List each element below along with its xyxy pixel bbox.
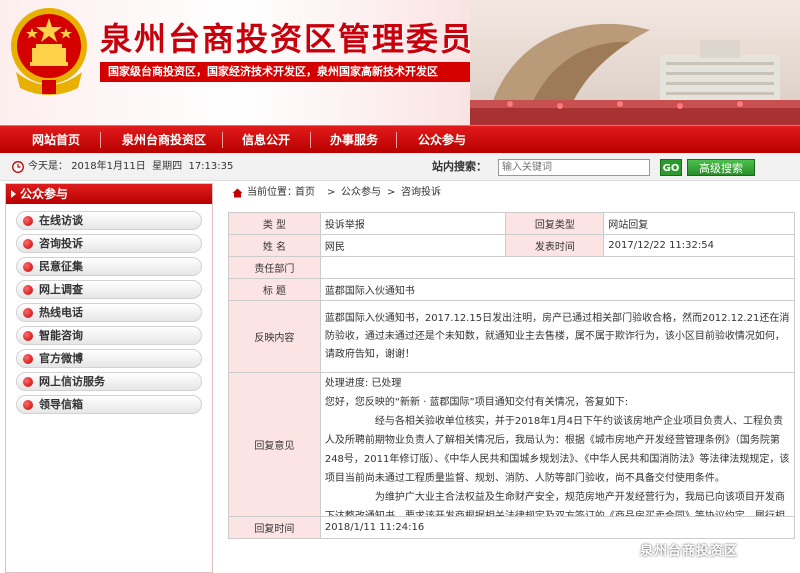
sidebar-item-opinion[interactable]: 民意征集: [16, 257, 202, 276]
reply-greeting: 您好，您反映的“新新 · 蓝郡国际”项目通知交付有关情况，答复如下:: [324, 396, 629, 408]
bullet-icon: [23, 354, 33, 364]
table-row: 反映内容 蓝郡国际入伙通知书，2017.12.15日发出注明，房产已通过相关部门…: [228, 300, 796, 373]
search-label: 站内搜索：: [432, 160, 487, 173]
bullet-icon: [23, 400, 33, 410]
watermark-text: 泉州台商投资区: [640, 544, 739, 559]
nav-separator: [100, 132, 101, 148]
sidebar-item-complaints[interactable]: 咨询投诉: [16, 234, 202, 253]
table-row: 责任部门: [228, 256, 796, 279]
breadcrumb-item-participation[interactable]: 公众参与: [341, 183, 381, 203]
sidebar: 公众参与 在线访谈 咨询投诉 民意征集 网上调查 热线电话 智能咨询 官方微博 …: [5, 183, 213, 573]
dept-label: 责任部门: [228, 256, 321, 279]
bullet-icon: [23, 308, 33, 318]
sidebar-item-hotline[interactable]: 热线电话: [16, 303, 202, 322]
site-title: 泉州台商投资区管理委员会: [100, 20, 509, 58]
main-nav: 网站首页 泉州台商投资区 信息公开 办事服务 公众参与: [0, 125, 800, 153]
nav-item-services[interactable]: 办事服务: [330, 126, 378, 154]
publish-time-value: 2017/12/22 11:32:54: [603, 234, 795, 257]
clock-icon: [12, 161, 24, 173]
sidebar-item-survey[interactable]: 网上调查: [16, 280, 202, 299]
table-row: 回复意见 处理进度: 已处理 您好，您反映的“新新 · 蓝郡国际”项目通知交付有…: [228, 372, 796, 517]
sidebar-item-online-interview[interactable]: 在线访谈: [16, 211, 202, 230]
sidebar-title: 公众参与: [6, 184, 212, 204]
breadcrumb-prefix: 当前位置：: [247, 187, 297, 198]
sidebar-item-smart-consult[interactable]: 智能咨询: [16, 326, 202, 345]
sidebar-item-weibo[interactable]: 官方微博: [16, 349, 202, 368]
table-row: 回复时间 2018/1/11 11:24:16: [228, 516, 796, 539]
reply-type-value: 网站回复: [603, 212, 795, 235]
national-emblem-icon: [11, 8, 87, 95]
home-icon: [232, 188, 243, 198]
reply-time-value: 2018/1/11 11:24:16: [319, 516, 796, 539]
bullet-icon: [23, 216, 33, 226]
content-value: 蓝郡国际入伙通知书，2017.12.15日发出注明，房产已通过相关部门验收合格，…: [319, 300, 796, 373]
bullet-icon: [23, 262, 33, 272]
name-value: 网民: [319, 234, 507, 257]
breadcrumb-separator: >: [387, 187, 396, 198]
advanced-search-button[interactable]: 高级搜索: [687, 159, 755, 176]
breadcrumb-item-home[interactable]: 首页: [295, 183, 315, 203]
bullet-icon: [23, 239, 33, 249]
nav-item-home[interactable]: 网站首页: [32, 126, 80, 154]
sidebar-item-leader-mailbox[interactable]: 领导信箱: [16, 395, 202, 414]
table-row: 类 型 投诉举报 回复类型 网站回复: [228, 212, 795, 235]
breadcrumb-item-complaints: 咨询投诉: [401, 187, 441, 198]
name-label: 姓 名: [228, 234, 321, 257]
complaint-detail-table: 类 型 投诉举报 回复类型 网站回复 姓 名 网民 发表时间 2017/12/2…: [228, 212, 796, 539]
bullet-icon: [23, 331, 33, 341]
nav-separator: [396, 132, 397, 148]
reply-type-label: 回复类型: [505, 212, 605, 235]
info-bar: 今天是： 2018年1月11日 星期四 17:13:35 站内搜索： GO 高级…: [0, 153, 800, 181]
breadcrumb: 当前位置： 首页 > 公众参与 > 咨询投诉: [225, 183, 795, 203]
reply-label: 回复意见: [228, 372, 321, 517]
reply-paragraph: 为维护广大业主合法权益及生命财产安全，规范房地产开发经营行为，我局已向该项目开发…: [325, 491, 785, 516]
reply-paragraph: 经与各相关验收单位核实，并于2018年1月4日下午约谈该房地产企业项目负责人、工…: [324, 415, 790, 484]
current-date: 今天是： 2018年1月11日 星期四 17:13:35: [28, 161, 234, 172]
nav-separator: [310, 132, 311, 148]
nav-item-zone[interactable]: 泉州台商投资区: [122, 126, 206, 154]
reply-time-label: 回复时间: [228, 516, 321, 539]
caret-right-icon: [11, 190, 16, 198]
nav-item-participation[interactable]: 公众参与: [418, 126, 466, 154]
banner-scene-image: [470, 0, 800, 125]
type-label: 类 型: [228, 212, 321, 235]
table-row: 姓 名 网民 发表时间 2017/12/22 11:32:54: [228, 234, 795, 257]
title-label: 标 题: [228, 278, 321, 301]
bullet-icon: [23, 285, 33, 295]
breadcrumb-separator: >: [327, 187, 336, 198]
title-value: 蓝郡国际入伙通知书: [319, 278, 796, 301]
publish-time-label: 发表时间: [505, 234, 605, 257]
type-value: 投诉举报: [319, 212, 507, 235]
nav-item-info-public[interactable]: 信息公开: [242, 126, 290, 154]
header-banner: 泉州台商投资区管理委员会 国家级台商投资区，国家经济技术开发区，泉州国家高新技术…: [0, 0, 800, 125]
content-label: 反映内容: [228, 300, 321, 373]
site-subtitle: 国家级台商投资区，国家经济技术开发区，泉州国家高新技术开发区: [100, 62, 490, 82]
nav-separator: [222, 132, 223, 148]
reply-value: 处理进度: 已处理 您好，您反映的“新新 · 蓝郡国际”项目通知交付有关情况，答…: [319, 372, 796, 517]
sidebar-item-petition[interactable]: 网上信访服务: [16, 372, 202, 391]
dept-value: [319, 256, 796, 279]
table-row: 标 题 蓝郡国际入伙通知书: [228, 278, 796, 301]
reply-status: 处理进度: 已处理: [324, 377, 402, 389]
search-go-button[interactable]: GO: [660, 159, 682, 176]
search-input[interactable]: [498, 159, 650, 176]
bullet-icon: [23, 377, 33, 387]
